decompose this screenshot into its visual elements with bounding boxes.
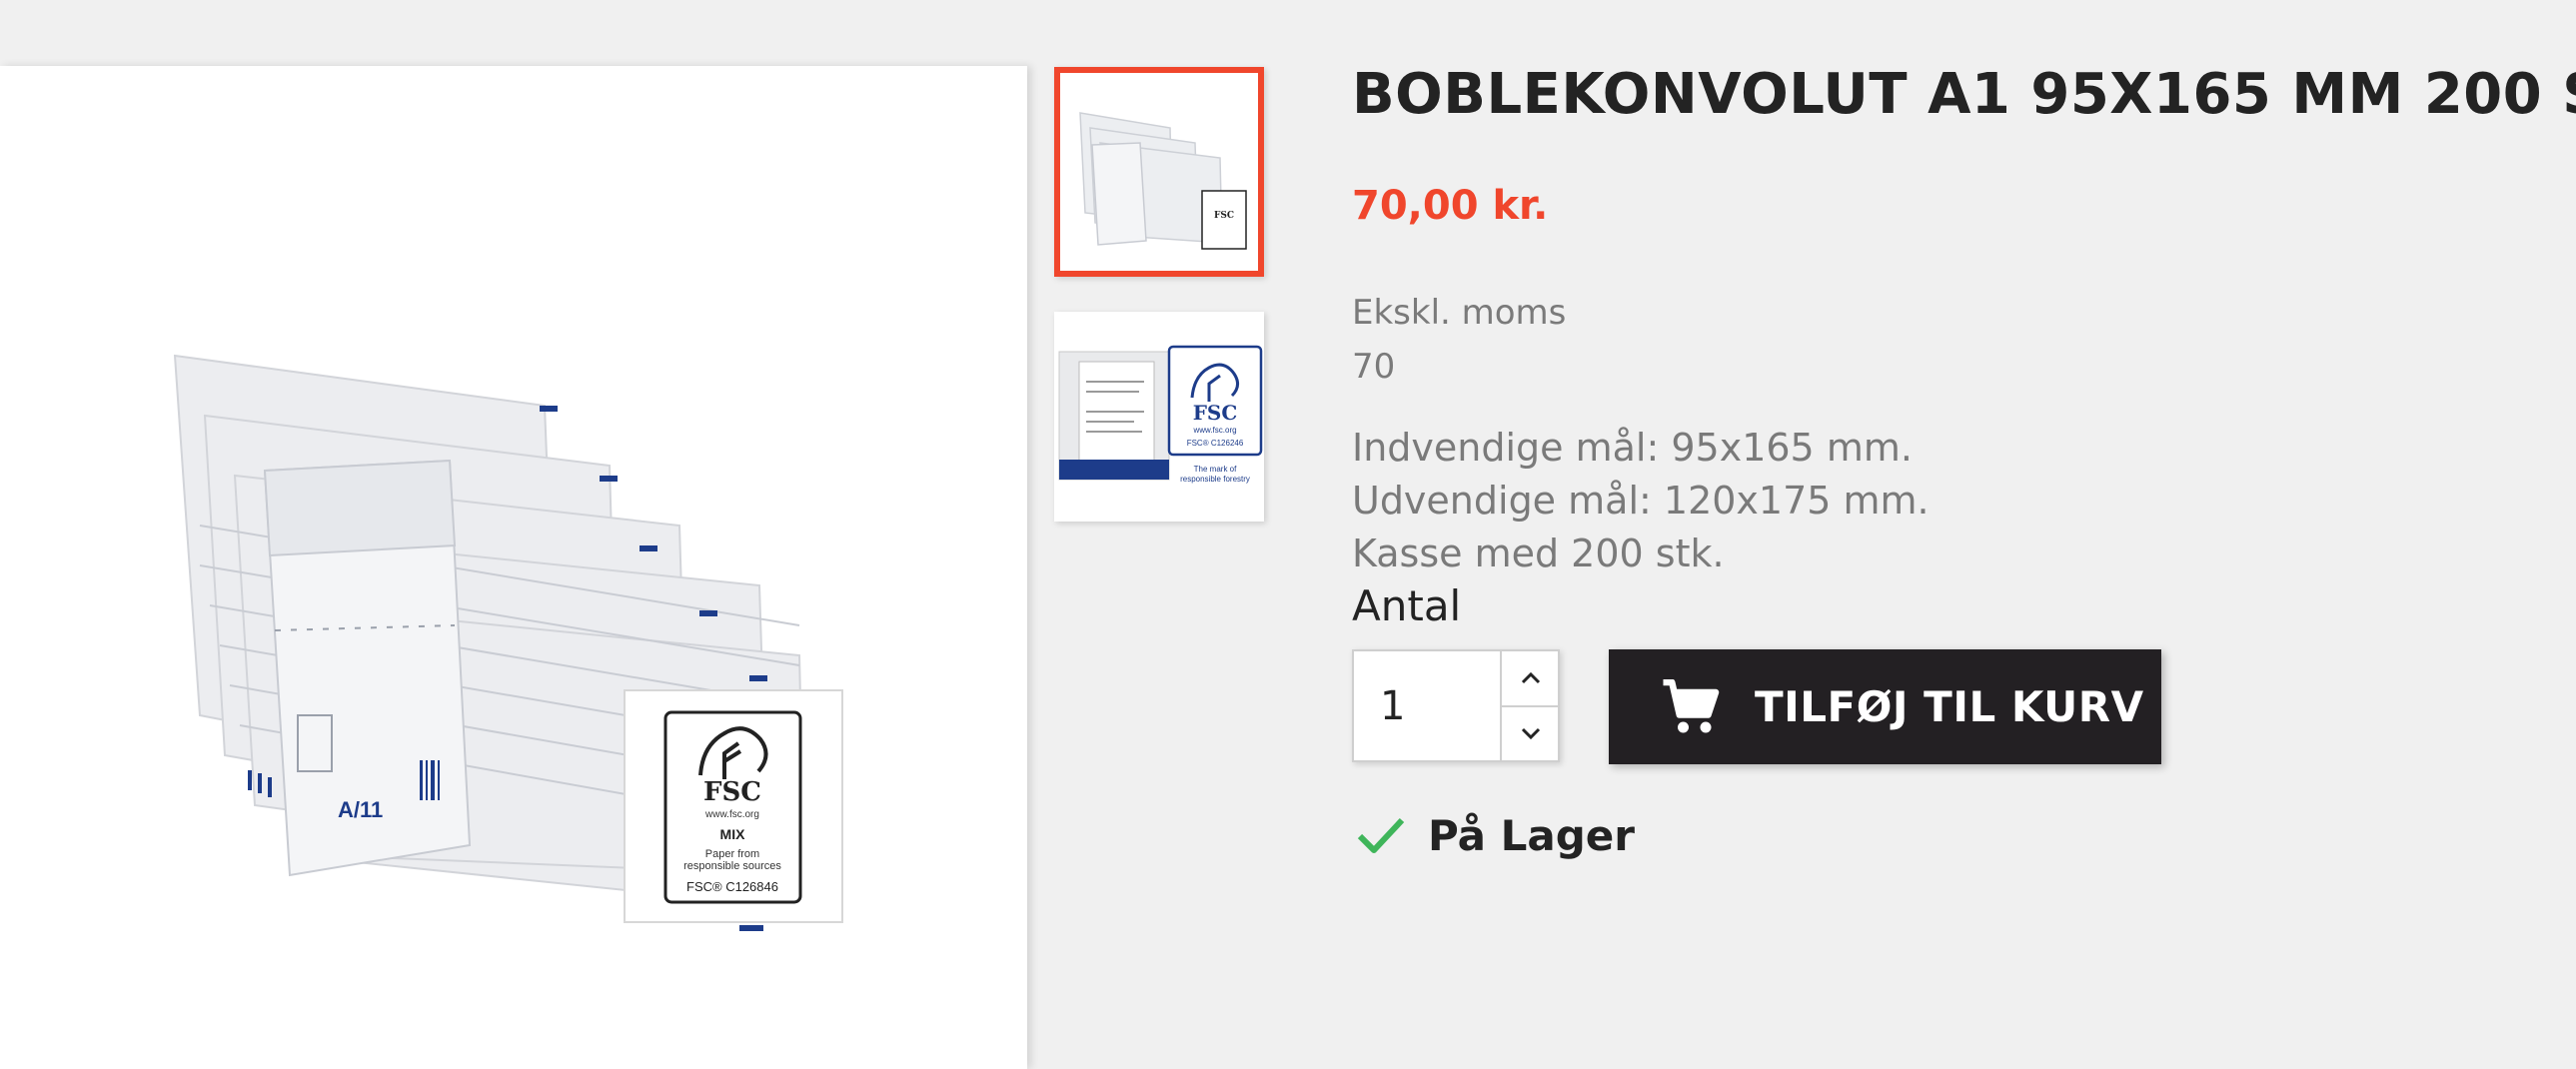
svg-text:FSC: FSC: [1193, 401, 1238, 425]
svg-text:FSC® C126846: FSC® C126846: [686, 879, 778, 894]
cart-icon: [1661, 678, 1721, 735]
tax-value: 70: [1352, 347, 1396, 387]
thumbnail-2[interactable]: FSC www.fsc.org FSC® C126246 The mark of…: [1054, 312, 1264, 522]
quantity-label: Antal: [1352, 581, 1462, 630]
quantity-stepper: [1352, 649, 1560, 762]
svg-text:responsible forestry: responsible forestry: [1180, 475, 1250, 484]
svg-text:www.fsc.org: www.fsc.org: [704, 809, 759, 820]
svg-text:FSC: FSC: [703, 777, 761, 807]
quantity-increase-button[interactable]: [1500, 651, 1560, 707]
svg-text:www.fsc.org: www.fsc.org: [1192, 426, 1236, 435]
svg-text:FSC® C126246: FSC® C126246: [1187, 439, 1244, 448]
chevron-up-icon: [1521, 671, 1541, 684]
chevron-down-icon: [1521, 727, 1541, 740]
svg-text:Paper from: Paper from: [705, 848, 759, 860]
product-main-image[interactable]: A/11 FSC www.fsc.org MIX Paper from resp…: [0, 66, 1027, 1069]
add-to-cart-button[interactable]: TILFØJ TIL KURV: [1609, 649, 2161, 764]
tax-label: Ekskl. moms: [1352, 293, 1567, 333]
svg-text:MIX: MIX: [720, 826, 746, 842]
description-line-inner-dimensions: Indvendige mål: 95x165 mm.: [1352, 426, 1913, 470]
quantity-decrease-button[interactable]: [1500, 706, 1560, 760]
product-price: 70,00 kr.: [1352, 183, 1549, 229]
product-title: BOBLEKONVOLUT A1 95X165 MM 200 STK: [1352, 62, 2576, 127]
thumbnail-fsc-certificate-image: FSC www.fsc.org FSC® C126246 The mark of…: [1054, 312, 1264, 522]
svg-text:FSC: FSC: [1214, 211, 1234, 221]
stock-status: På Lager: [1356, 811, 1635, 860]
thumbnail-1[interactable]: FSC: [1054, 67, 1264, 277]
envelope-stack-image: A/11 FSC www.fsc.org MIX Paper from resp…: [173, 354, 843, 931]
description-line-box-quantity: Kasse med 200 stk.: [1352, 532, 1725, 575]
stock-label: På Lager: [1428, 811, 1635, 860]
svg-text:responsible sources: responsible sources: [683, 860, 781, 872]
checkmark-icon: [1357, 817, 1405, 853]
svg-text:The mark of: The mark of: [1194, 465, 1237, 474]
product-description: Indvendige mål: 95x165 mm. Udvendige mål…: [1352, 422, 1930, 580]
svg-text:A/11: A/11: [338, 797, 383, 822]
add-to-cart-label: TILFØJ TIL KURV: [1755, 682, 2144, 731]
description-line-outer-dimensions: Udvendige mål: 120x175 mm.: [1352, 479, 1930, 523]
thumbnail-envelopes-image: FSC: [1060, 73, 1258, 271]
quantity-input[interactable]: [1354, 651, 1500, 760]
